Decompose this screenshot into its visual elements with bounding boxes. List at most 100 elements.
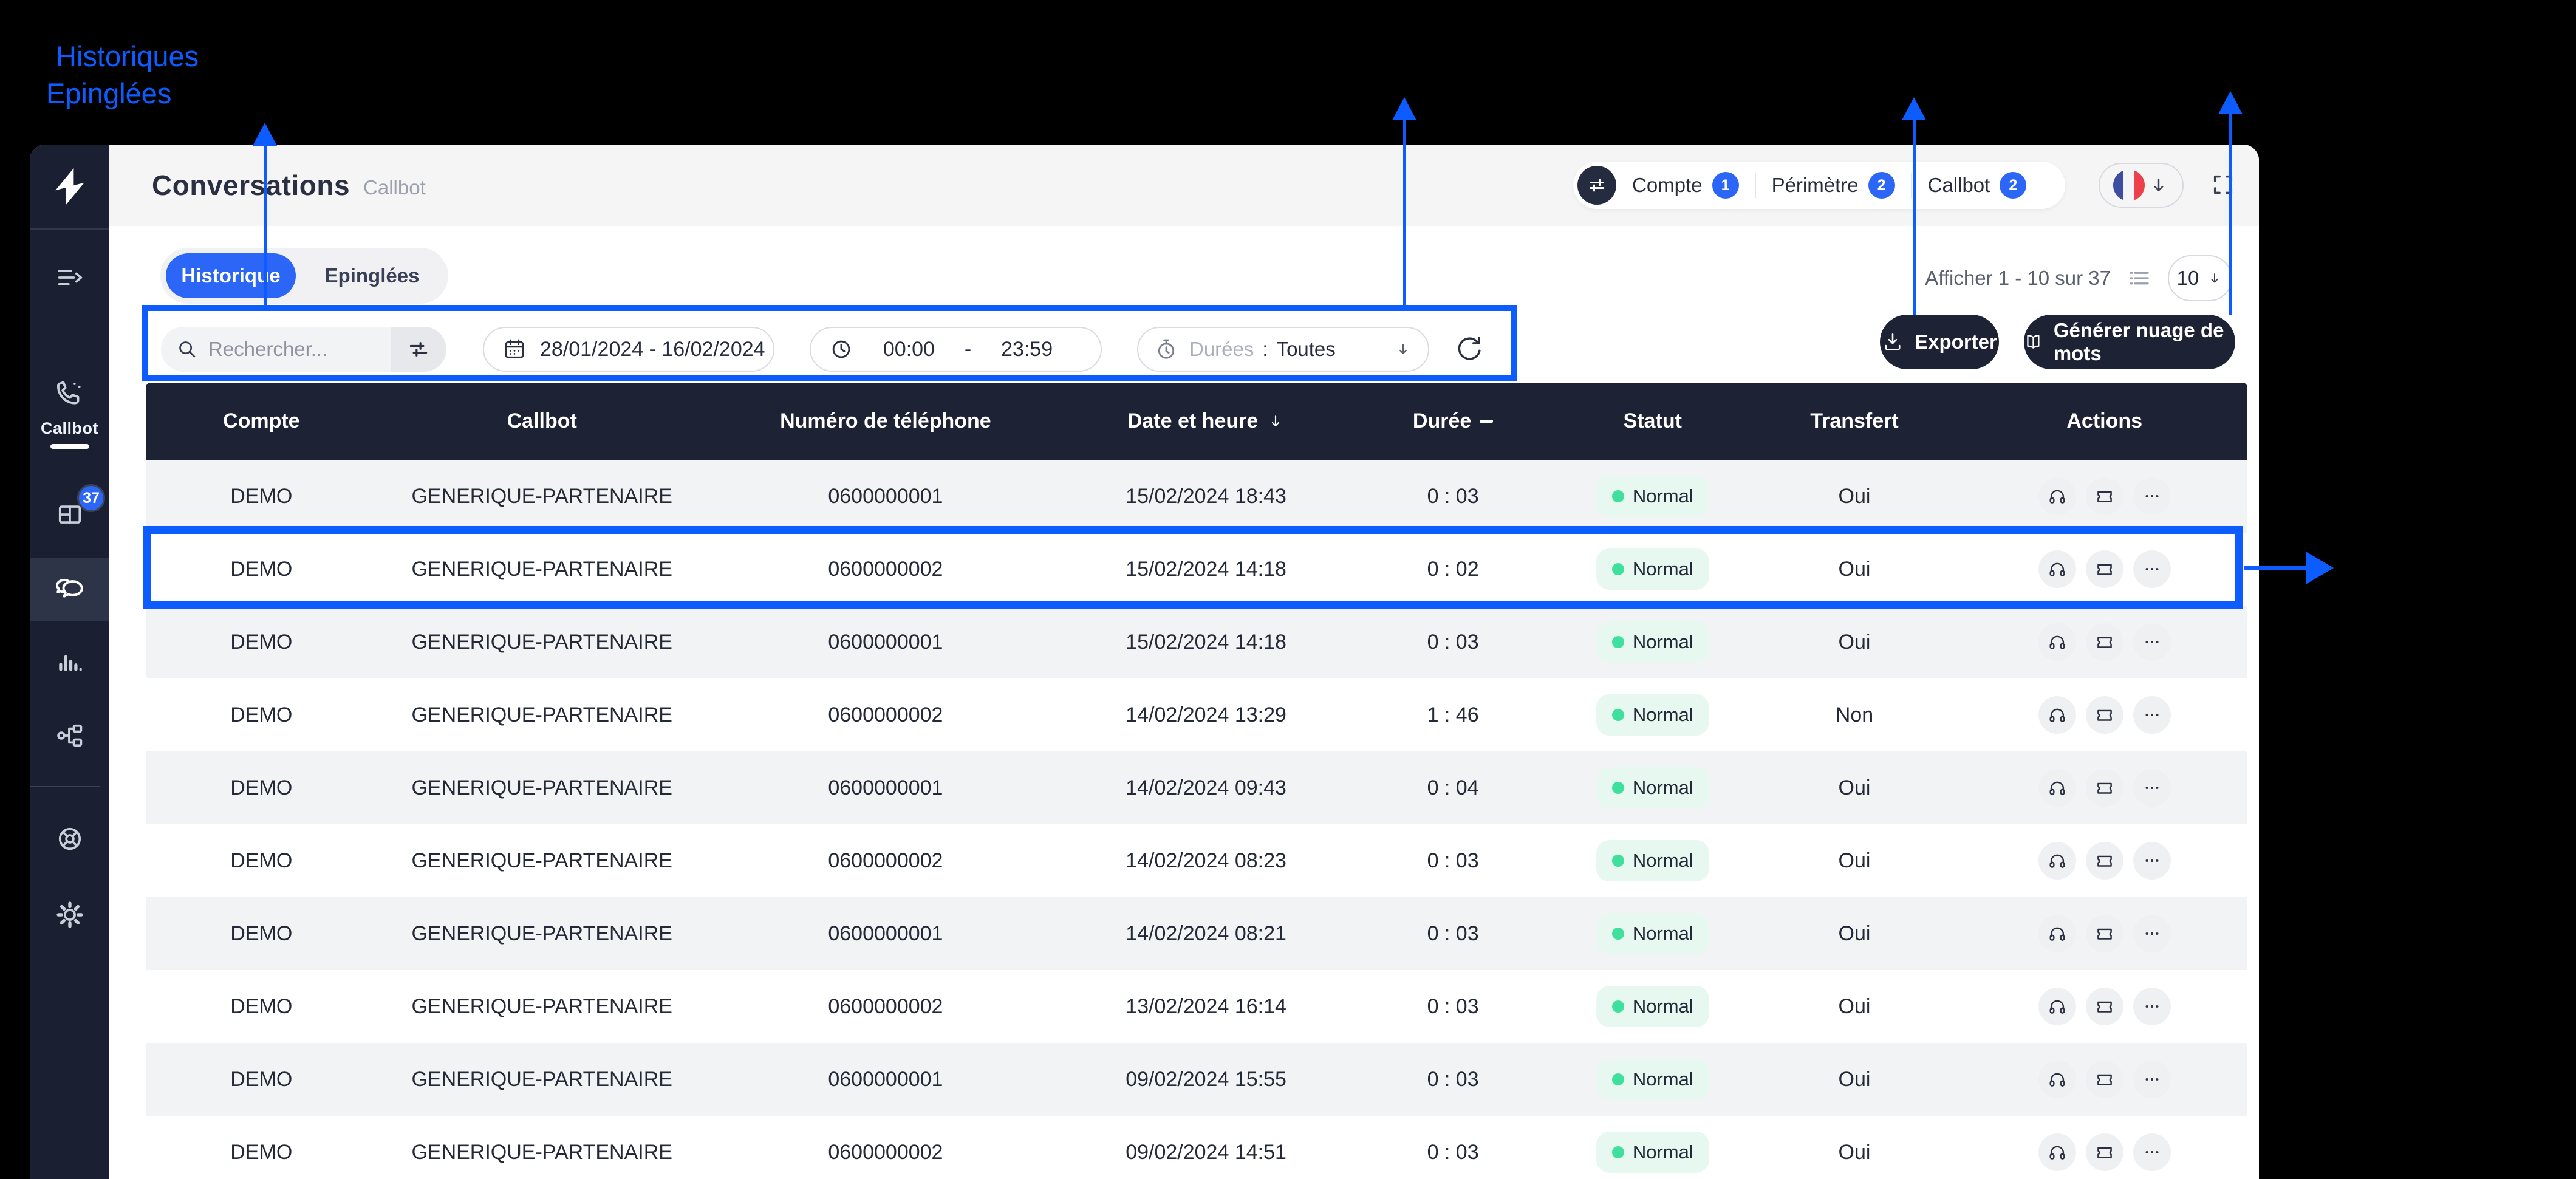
search-input[interactable]: Rechercher... — [161, 327, 446, 372]
table-row[interactable]: DEMO GENERIQUE-PARTENAIRE 0600000001 14/… — [146, 897, 2247, 970]
scope-filter-pill[interactable]: Compte 1 Périmètre 2 Callbot 2 — [1573, 162, 2065, 209]
more-options-button[interactable] — [2133, 550, 2171, 588]
listen-audio-button[interactable] — [2038, 623, 2076, 661]
more-options-button[interactable] — [2133, 696, 2171, 734]
ticket-button[interactable] — [2085, 550, 2123, 588]
more-options-button[interactable] — [2133, 988, 2171, 1025]
more-options-button[interactable] — [2133, 915, 2171, 952]
status-dot-icon — [1611, 490, 1624, 502]
table-row[interactable]: DEMO GENERIQUE-PARTENAIRE 0600000002 15/… — [146, 533, 2247, 606]
cell-statut: Normal — [1558, 548, 1747, 590]
time-range-picker[interactable]: 00:00 - 23:59 — [810, 327, 1102, 372]
cell-callbot: GENERIQUE-PARTENAIRE — [411, 1067, 672, 1091]
ticket-button[interactable] — [2085, 1133, 2123, 1171]
date-range-value: 28/01/2024 - 16/02/2024 — [540, 337, 765, 361]
conversations-chat-icon[interactable] — [30, 573, 109, 605]
ticket-button[interactable] — [2085, 915, 2123, 952]
listen-audio-button[interactable] — [2038, 915, 2076, 952]
refresh-icon[interactable] — [1453, 333, 1486, 366]
cell-actions — [1961, 988, 2247, 1025]
cell-date: 14/02/2024 09:43 — [1126, 776, 1286, 799]
phone-callbot-icon[interactable] — [30, 378, 109, 410]
page-size-select[interactable]: 10 — [2168, 255, 2232, 301]
more-options-button[interactable] — [2133, 477, 2171, 515]
scope-perimetre-label: Périmètre — [1771, 174, 1859, 196]
ticket-button[interactable] — [2085, 769, 2123, 807]
listen-audio-button[interactable] — [2038, 988, 2076, 1025]
scope-perimetre-count: 2 — [1868, 172, 1895, 199]
export-button[interactable]: Exporter — [1880, 315, 1999, 369]
table-row[interactable]: DEMO GENERIQUE-PARTENAIRE 0600000002 14/… — [146, 824, 2247, 897]
cell-transfert: Oui — [1838, 484, 1871, 508]
ticket-button[interactable] — [2085, 696, 2123, 734]
listen-audio-button[interactable] — [2038, 550, 2076, 588]
table-row[interactable]: DEMO GENERIQUE-PARTENAIRE 0600000002 14/… — [146, 678, 2247, 751]
ticket-button[interactable] — [2085, 842, 2123, 880]
cell-transfert: Oui — [1838, 1067, 1871, 1091]
language-selector[interactable] — [2099, 163, 2184, 208]
advanced-search-sliders-icon[interactable] — [391, 327, 446, 372]
listen-audio-button[interactable] — [2038, 696, 2076, 734]
more-options-button[interactable] — [2133, 623, 2171, 661]
cell-numero: 0600000002 — [828, 849, 943, 872]
flow-org-icon[interactable] — [30, 720, 109, 751]
more-options-button[interactable] — [2133, 842, 2171, 880]
list-view-icon[interactable] — [2127, 265, 2152, 291]
col-transfert[interactable]: Transfert — [1748, 409, 1962, 433]
globe-icon[interactable] — [30, 823, 109, 855]
cell-compte: DEMO — [230, 1140, 293, 1164]
col-compte[interactable]: Compte — [146, 409, 377, 433]
table-row[interactable]: DEMO GENERIQUE-PARTENAIRE 0600000002 09/… — [146, 1116, 2247, 1179]
col-date[interactable]: Date et heure — [1064, 409, 1348, 433]
more-options-button[interactable] — [2133, 1133, 2171, 1171]
col-callbot[interactable]: Callbot — [377, 409, 707, 433]
cell-date: 14/02/2024 13:29 — [1126, 703, 1286, 726]
col-statut[interactable]: Statut — [1558, 409, 1747, 433]
wordcloud-button[interactable]: Générer nuage de mots — [2024, 315, 2235, 369]
cell-actions — [1961, 550, 2247, 588]
logo-block[interactable] — [30, 145, 109, 230]
listen-audio-button[interactable] — [2038, 842, 2076, 880]
listen-audio-button[interactable] — [2038, 1133, 2076, 1171]
listen-audio-button[interactable] — [2038, 1061, 2076, 1098]
tab-historique[interactable]: Historique — [166, 253, 296, 298]
more-options-button[interactable] — [2133, 1061, 2171, 1098]
cell-compte: DEMO — [230, 1067, 293, 1091]
cell-compte: DEMO — [230, 994, 293, 1018]
table-row[interactable]: DEMO GENERIQUE-PARTENAIRE 0600000001 15/… — [146, 460, 2247, 533]
cell-duree: 0 : 03 — [1427, 994, 1479, 1018]
scope-sliders-icon[interactable] — [1577, 166, 1616, 205]
settings-gear-icon[interactable] — [30, 899, 109, 931]
pagination-range-text: Afficher 1 - 10 sur 37 — [1925, 267, 2111, 289]
page-subtitle: Callbot — [363, 176, 426, 199]
cell-duree: 0 : 02 — [1427, 557, 1479, 581]
stats-bars-icon[interactable] — [30, 646, 109, 677]
cell-numero: 0600000001 — [828, 1067, 943, 1091]
scope-filter-compte[interactable]: Compte 1 — [1616, 172, 1755, 199]
more-options-button[interactable] — [2133, 769, 2171, 807]
table-header-row: Compte Callbot Numéro de téléphone Date … — [146, 383, 2247, 460]
table-row[interactable]: DEMO GENERIQUE-PARTENAIRE 0600000001 14/… — [146, 751, 2247, 824]
fullscreen-icon[interactable] — [2211, 173, 2235, 197]
table-row[interactable]: DEMO GENERIQUE-PARTENAIRE 0600000002 13/… — [146, 970, 2247, 1043]
page-size-value: 10 — [2176, 267, 2199, 289]
scope-filter-callbot[interactable]: Callbot 2 — [1912, 172, 2043, 199]
ticket-button[interactable] — [2085, 623, 2123, 661]
listen-audio-button[interactable] — [2038, 477, 2076, 515]
brand-logo-icon — [47, 163, 93, 210]
cell-statut: Normal — [1558, 1132, 1747, 1173]
status-badge: Normal — [1596, 767, 1709, 808]
table-row[interactable]: DEMO GENERIQUE-PARTENAIRE 0600000001 15/… — [146, 606, 2247, 678]
ticket-button[interactable] — [2085, 988, 2123, 1025]
table-row[interactable]: DEMO GENERIQUE-PARTENAIRE 0600000001 09/… — [146, 1043, 2247, 1116]
tab-epinglees[interactable]: Epinglées — [296, 264, 448, 287]
date-range-picker[interactable]: 28/01/2024 - 16/02/2024 — [483, 327, 774, 372]
expand-menu-icon[interactable] — [30, 262, 109, 293]
ticket-button[interactable] — [2085, 1061, 2123, 1098]
durations-select[interactable]: Durées : Toutes — [1137, 327, 1429, 372]
col-duree[interactable]: Durée — [1348, 409, 1558, 433]
listen-audio-button[interactable] — [2038, 769, 2076, 807]
ticket-button[interactable] — [2085, 477, 2123, 515]
scope-filter-perimetre[interactable]: Périmètre 2 — [1756, 172, 1911, 199]
col-numero[interactable]: Numéro de téléphone — [707, 409, 1064, 433]
